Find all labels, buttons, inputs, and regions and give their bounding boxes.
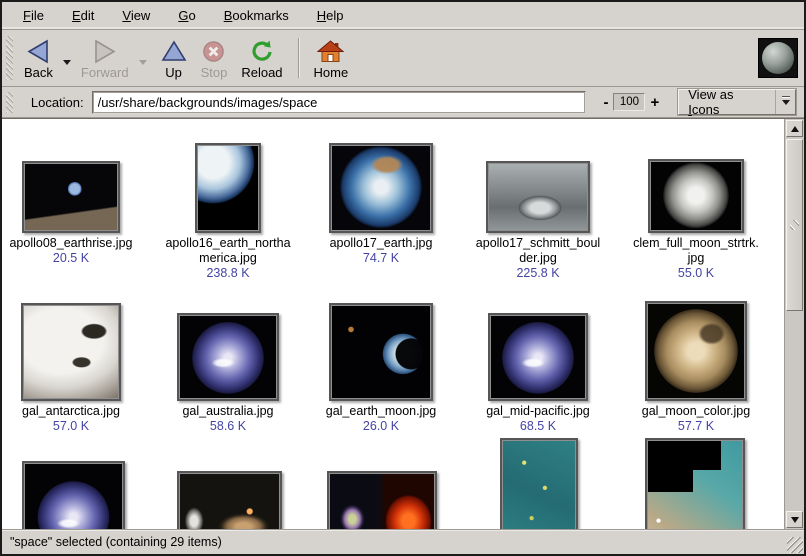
thumbnail-blue-earth-photo <box>488 313 588 401</box>
back-button[interactable]: Back <box>17 32 60 84</box>
file-item[interactable]: gal_earth_moon.jpg 26.0 K <box>306 303 456 434</box>
icon-view[interactable]: apollo08_earthrise.jpg 20.5 K apollo16_e… <box>2 118 804 529</box>
file-item[interactable]: gal_australia.jpg 58.6 K <box>153 313 303 434</box>
file-size: 225.8 K <box>463 266 613 281</box>
home-icon <box>317 37 344 65</box>
menu-edit[interactable]: Edit <box>63 4 103 27</box>
file-item[interactable]: apollo17_schmitt_boul der.jpg 225.8 K <box>463 161 613 281</box>
arrow-down-icon <box>791 517 799 527</box>
up-button[interactable]: Up <box>154 32 194 84</box>
location-bar: Location: - 100 + View as Icons <box>2 87 804 118</box>
vertical-scrollbar[interactable] <box>784 119 804 529</box>
file-size: 57.0 K <box>2 419 146 434</box>
back-history-dropdown[interactable] <box>60 40 74 84</box>
locationbar-drag-handle[interactable] <box>6 92 13 113</box>
chevron-down-icon <box>63 60 71 69</box>
thumbnail-blue-earth-photo <box>177 313 279 401</box>
reload-icon <box>250 37 274 65</box>
scroll-down-button[interactable] <box>786 511 803 528</box>
status-bar: "space" selected (containing 29 items) <box>2 529 804 554</box>
file-item[interactable]: apollo16_earth_northa merica.jpg 238.8 K <box>153 143 303 281</box>
toolbar-separator <box>298 38 299 78</box>
throbber-icon <box>758 38 798 78</box>
thumbnail-earth-and-moon-photo <box>329 303 433 401</box>
file-name: apollo17_schmitt_boul der.jpg <box>463 236 613 266</box>
file-name: apollo17_earth.jpg <box>306 236 456 251</box>
thumbnail-earth-crescent-photo <box>195 143 261 233</box>
menu-help[interactable]: Help <box>308 4 353 27</box>
file-item-thumbnail-colliding-galaxies-photo[interactable] <box>177 471 282 529</box>
file-name: gal_antarctica.jpg <box>2 404 146 419</box>
zoom-control: - 100 + <box>598 93 664 111</box>
thumbnail-full-earth-photo <box>329 143 433 233</box>
forward-history-dropdown[interactable] <box>136 40 150 84</box>
file-size: 68.5 K <box>463 419 613 434</box>
menu-view[interactable]: View <box>113 4 159 27</box>
file-size: 238.8 K <box>153 266 303 281</box>
file-size: 74.7 K <box>306 251 456 266</box>
file-item[interactable]: gal_moon_color.jpg 57.7 K <box>621 301 771 434</box>
file-manager-window: File Edit View Go Bookmarks Help Back Fo… <box>0 0 806 556</box>
file-item[interactable]: gal_mid-pacific.jpg 68.5 K <box>463 313 613 434</box>
file-name: gal_australia.jpg <box>153 404 303 419</box>
file-size: 57.7 K <box>621 419 771 434</box>
thumbnail-moonscape-photo <box>486 161 590 233</box>
menu-bookmarks[interactable]: Bookmarks <box>215 4 298 27</box>
file-size: 58.6 K <box>153 419 303 434</box>
scrollbar-thumb[interactable] <box>786 139 803 311</box>
stop-icon <box>202 37 225 65</box>
toolbar-spacer <box>355 32 758 84</box>
back-icon <box>25 37 52 65</box>
zoom-level[interactable]: 100 <box>613 93 645 111</box>
file-item[interactable]: gal_antarctica.jpg 57.0 K <box>2 303 146 434</box>
dropdown-arrow-icon <box>775 90 795 114</box>
file-size: 55.0 K <box>621 266 771 281</box>
menu-file[interactable]: File <box>14 4 53 27</box>
thumbnail-gray-moon-photo <box>648 159 744 233</box>
file-name: gal_mid-pacific.jpg <box>463 404 613 419</box>
view-as-dropdown[interactable]: View as Icons <box>678 89 796 115</box>
home-button[interactable]: Home <box>307 32 356 84</box>
forward-icon <box>91 37 118 65</box>
zoom-out-button[interactable]: - <box>598 94 613 111</box>
thumbnail-antarctica-photo <box>21 303 121 401</box>
file-item-thumbnail-nebula-black-squares-photo[interactable] <box>645 438 745 529</box>
file-size: 20.5 K <box>2 251 146 266</box>
thumbnail-earthrise-photo <box>22 161 120 233</box>
scroll-up-button[interactable] <box>786 120 803 137</box>
location-input[interactable] <box>92 91 587 114</box>
file-item-thumbnail-teal-nebula-photo[interactable] <box>500 438 578 529</box>
menu-go[interactable]: Go <box>169 4 204 27</box>
chevron-down-icon <box>139 60 147 69</box>
menubar: File Edit View Go Bookmarks Help <box>2 2 804 30</box>
file-name: apollo16_earth_northa merica.jpg <box>153 236 303 266</box>
location-label: Location: <box>31 95 84 110</box>
stop-button[interactable]: Stop <box>194 32 235 84</box>
file-item-thumbnail-two-panel-nebula-photo[interactable] <box>327 471 437 529</box>
up-icon <box>161 37 187 65</box>
arrow-up-icon <box>791 122 799 132</box>
file-item[interactable]: apollo17_earth.jpg 74.7 K <box>306 143 456 266</box>
file-name: gal_moon_color.jpg <box>621 404 771 419</box>
status-text: "space" selected (containing 29 items) <box>10 535 222 549</box>
zoom-in-button[interactable]: + <box>645 94 664 111</box>
file-name: gal_earth_moon.jpg <box>306 404 456 419</box>
toolbar: Back Forward Up Stop Reload <box>2 30 804 87</box>
file-item[interactable]: clem_full_moon_strtrk. jpg 55.0 K <box>621 159 771 281</box>
file-size: 26.0 K <box>306 419 456 434</box>
thumbnail-tan-moon-photo <box>645 301 747 401</box>
reload-button[interactable]: Reload <box>234 32 289 84</box>
sphere-icon <box>762 42 794 74</box>
toolbar-drag-handle[interactable] <box>6 36 13 80</box>
file-item[interactable]: apollo08_earthrise.jpg 20.5 K <box>2 161 146 266</box>
file-name: apollo08_earthrise.jpg <box>2 236 146 251</box>
forward-button[interactable]: Forward <box>74 32 136 84</box>
file-item-thumbnail-blue-earth-photo[interactable] <box>22 461 125 529</box>
resize-grip[interactable] <box>787 537 803 553</box>
file-name: clem_full_moon_strtrk. jpg <box>621 236 771 266</box>
